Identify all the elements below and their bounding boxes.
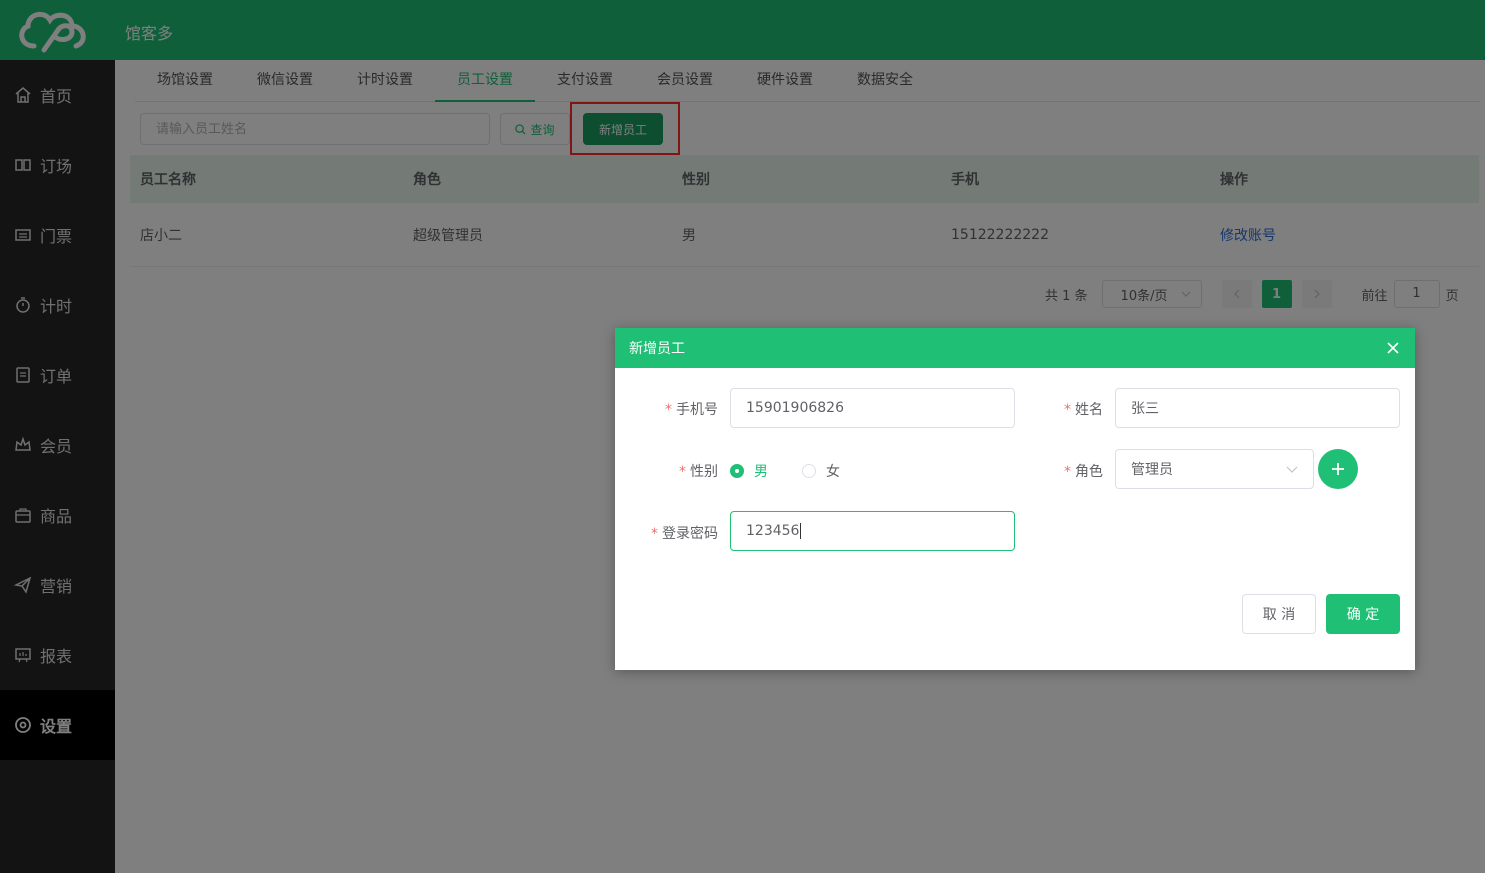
radio-label-male: 男 [754, 464, 768, 480]
add-staff-dialog: 新增员工 * 手机号 15901906826 * 姓名 张三 * 性别 男 女 * 角色… [615, 328, 1415, 670]
radio-label-female: 女 [826, 464, 840, 480]
chevron-down-icon [1286, 466, 1298, 473]
text-cursor [800, 523, 802, 539]
role-select[interactable]: 管理员 [1115, 449, 1314, 489]
radio-dot [802, 464, 816, 478]
gender-label: * 性别 [679, 464, 718, 480]
role-select-value: 管理员 [1131, 462, 1173, 478]
password-value: 123456 [746, 523, 800, 539]
phone-label: * 手机号 [665, 402, 718, 418]
confirm-button[interactable]: 确 定 [1326, 594, 1400, 634]
phone-input[interactable]: 15901906826 [730, 388, 1015, 428]
close-icon [1387, 342, 1399, 354]
gender-radio-female[interactable]: 女 [802, 461, 840, 481]
password-input[interactable]: 123456 [730, 511, 1015, 551]
dialog-header: 新增员工 [615, 328, 1415, 368]
radio-dot [730, 464, 744, 478]
password-label: * 登录密码 [651, 526, 718, 542]
name-input[interactable]: 张三 [1115, 388, 1400, 428]
dialog-close-button[interactable] [1385, 340, 1401, 356]
add-role-button[interactable] [1318, 449, 1358, 489]
gender-radio-male[interactable]: 男 [730, 461, 768, 481]
plus-icon [1332, 463, 1344, 475]
cancel-button[interactable]: 取 消 [1242, 594, 1316, 634]
name-label: * 姓名 [1064, 402, 1103, 418]
role-label: * 角色 [1064, 464, 1103, 480]
dialog-title: 新增员工 [629, 341, 685, 357]
